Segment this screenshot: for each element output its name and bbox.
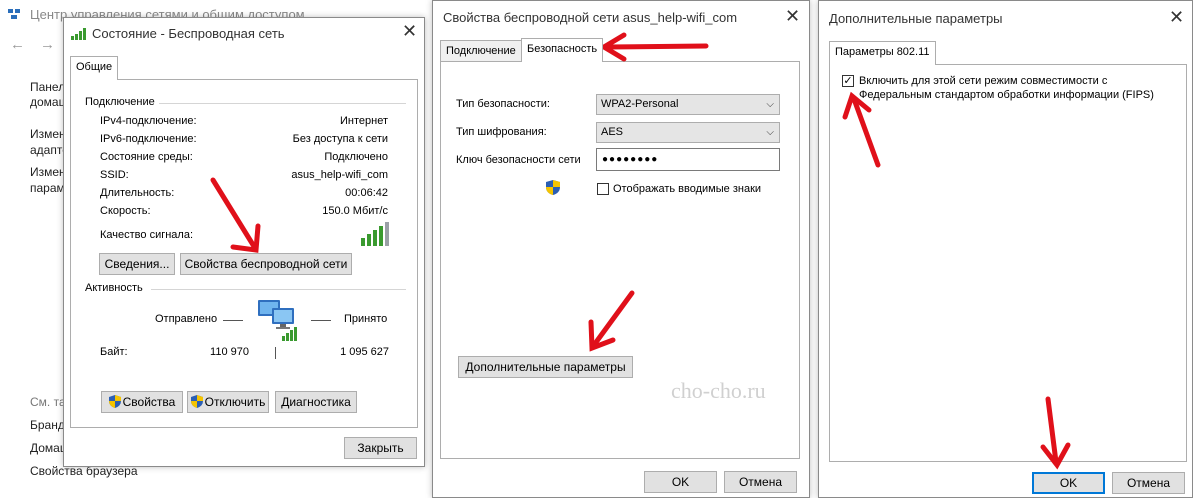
annotation-arrow-wireless-props bbox=[210, 32, 1071, 470]
tab-security[interactable]: Безопасность bbox=[521, 38, 604, 62]
tab-802-11[interactable]: Параметры 802.11 bbox=[829, 41, 936, 65]
tab-general[interactable]: Общие bbox=[70, 56, 119, 80]
